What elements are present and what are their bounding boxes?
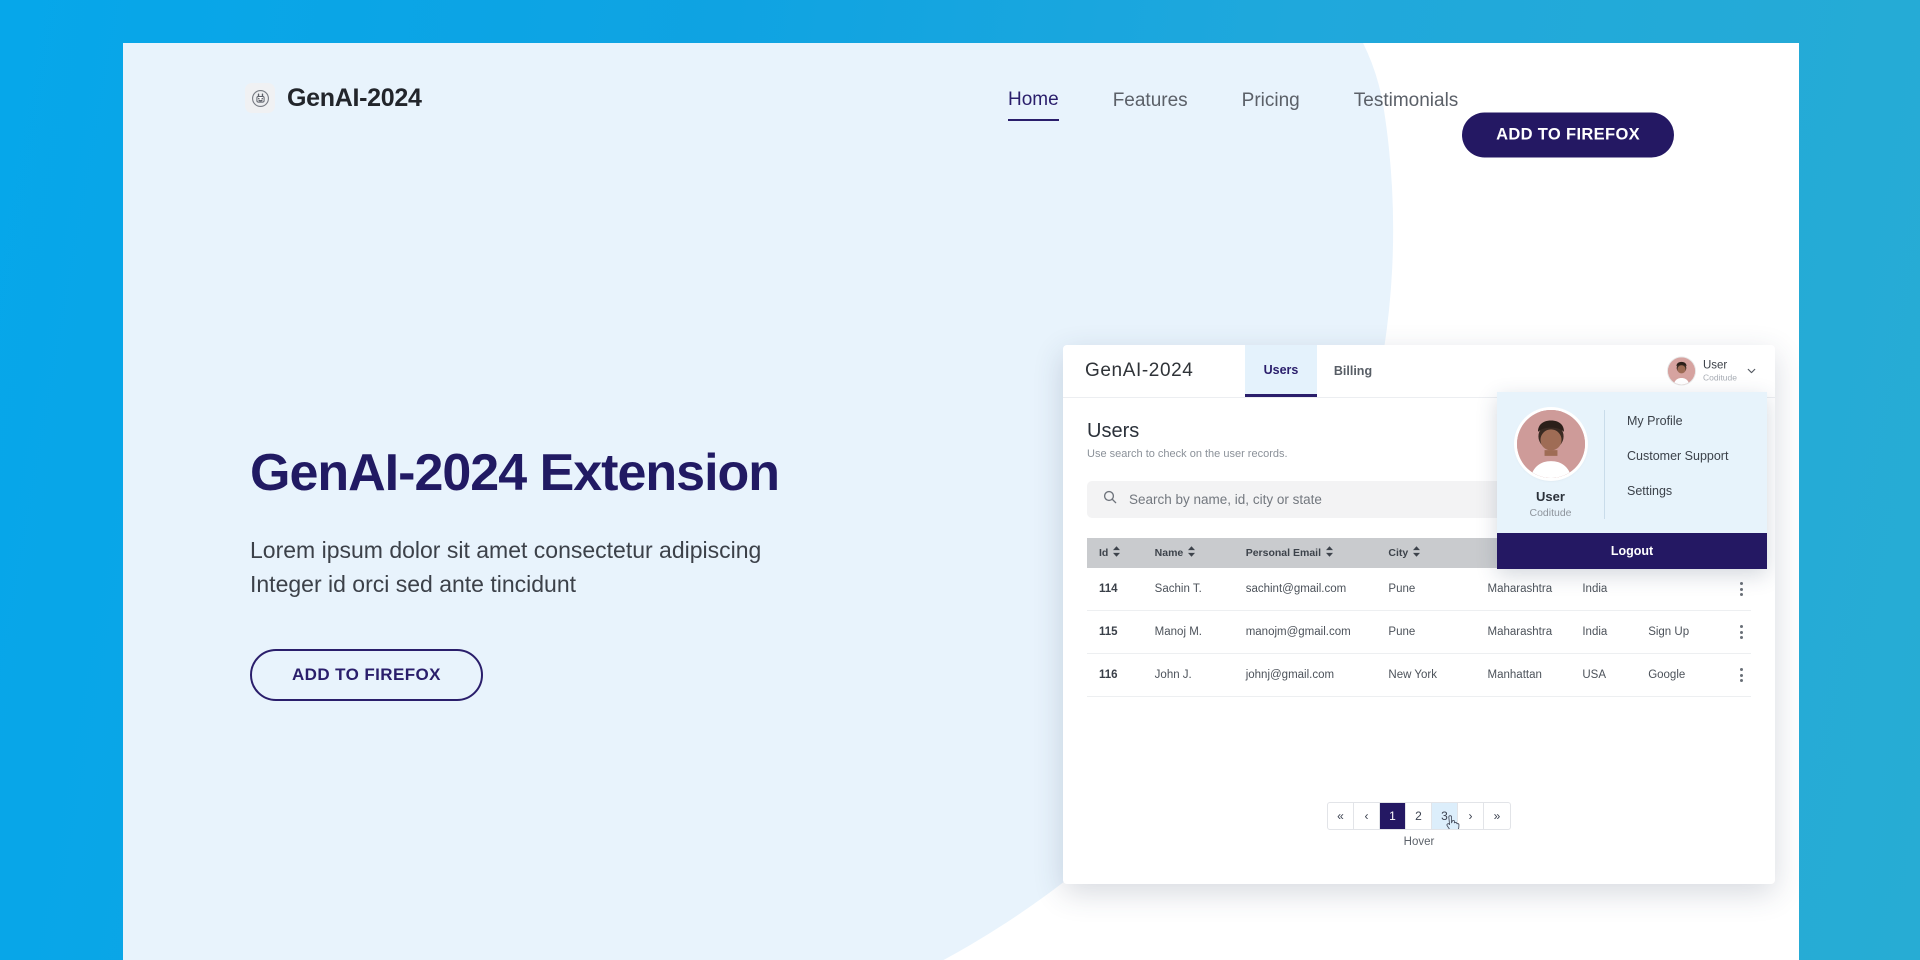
column-label-city: City bbox=[1388, 547, 1409, 559]
cell-city: New York bbox=[1376, 653, 1476, 697]
hero-title: GenAI-2024 Extension bbox=[250, 444, 780, 502]
menu-item-settings[interactable]: Settings bbox=[1627, 484, 1767, 498]
cell-state: Maharashtra bbox=[1475, 568, 1571, 611]
dashboard-brand: GenAI-2024 bbox=[1085, 360, 1194, 381]
cell-email: sachint@gmail.com bbox=[1233, 568, 1377, 611]
pagination-page-1[interactable]: 1 bbox=[1380, 803, 1406, 829]
cell-id: 114 bbox=[1087, 568, 1143, 611]
top-navigation-bar: GenAI-2024 Home Features Pricing Testimo… bbox=[123, 43, 1799, 173]
dashboard-user-name: User bbox=[1702, 359, 1728, 372]
robot-icon bbox=[245, 83, 275, 113]
hero-add-to-firefox-button[interactable]: ADD TO FIREFOX bbox=[250, 649, 483, 702]
pagination-prev-button[interactable]: ‹ bbox=[1354, 803, 1380, 829]
column-label-name: Name bbox=[1154, 547, 1184, 559]
pagination-hover-caption: Hover bbox=[1403, 836, 1435, 848]
avatar bbox=[1667, 357, 1695, 385]
menu-item-customer-support[interactable]: Customer Support bbox=[1627, 449, 1767, 463]
avatar bbox=[1516, 410, 1585, 478]
column-label-email: Personal Email bbox=[1245, 547, 1321, 559]
hero-subtitle-line-1: Lorem ipsum dolor sit amet consectetur a… bbox=[250, 537, 762, 563]
cell-state: Manhattan bbox=[1475, 653, 1571, 697]
kebab-menu-icon[interactable] bbox=[1732, 582, 1751, 596]
table-row[interactable]: 116 John J. johnj@gmail.com New York Man… bbox=[1087, 653, 1751, 697]
column-label-id: Id bbox=[1099, 547, 1109, 559]
cell-actions[interactable] bbox=[1719, 653, 1751, 697]
table-row[interactable]: 114 Sachin T. sachint@gmail.com Pune Mah… bbox=[1087, 568, 1751, 611]
cell-country: India bbox=[1570, 568, 1637, 611]
cell-name: John J. bbox=[1142, 653, 1234, 697]
nav-link-features[interactable]: Features bbox=[1113, 90, 1188, 120]
cell-id: 115 bbox=[1087, 610, 1143, 654]
pagination: « ‹ 1 2 3 › » bbox=[1327, 802, 1511, 830]
kebab-menu-icon[interactable] bbox=[1732, 625, 1751, 639]
pagination-last-button[interactable]: » bbox=[1484, 803, 1510, 829]
cell-source: Google bbox=[1636, 653, 1720, 697]
profile-dropdown-org: Coditude bbox=[1529, 507, 1572, 519]
nav-add-to-firefox-button[interactable]: ADD TO FIREFOX bbox=[1462, 112, 1674, 158]
kebab-menu-icon[interactable] bbox=[1732, 668, 1751, 682]
search-placeholder: Search by name, id, city or state bbox=[1129, 492, 1322, 507]
search-icon bbox=[1102, 489, 1118, 510]
column-header-name[interactable]: Name bbox=[1142, 538, 1234, 568]
cell-city: Pune bbox=[1376, 610, 1476, 654]
sort-arrows-icon bbox=[1113, 546, 1121, 560]
nav-links: Home Features Pricing Testimonials bbox=[1008, 89, 1458, 121]
dashboard-user-menu-trigger[interactable]: User Coditude bbox=[1667, 357, 1758, 385]
column-header-city[interactable]: City bbox=[1376, 538, 1476, 568]
hero-subtitle-line-2: Integer id orci sed ante tincidunt bbox=[250, 571, 577, 598]
column-header-id[interactable]: Id bbox=[1087, 538, 1143, 568]
column-header-email[interactable]: Personal Email bbox=[1233, 538, 1377, 568]
cell-country: USA bbox=[1570, 653, 1637, 697]
nav-link-testimonials[interactable]: Testimonials bbox=[1354, 90, 1459, 120]
cell-name: Sachin T. bbox=[1142, 568, 1234, 611]
users-table-body: 114 Sachin T. sachint@gmail.com Pune Mah… bbox=[1087, 568, 1751, 697]
dashboard-header: GenAI-2024 Users Billing User Coditude bbox=[1063, 345, 1775, 398]
pagination-first-button[interactable]: « bbox=[1328, 803, 1354, 829]
profile-dropdown-items: My Profile Customer Support Settings bbox=[1605, 410, 1767, 519]
cell-source: Sign Up bbox=[1636, 610, 1720, 654]
cell-name: Manoj M. bbox=[1142, 610, 1234, 654]
nav-link-home[interactable]: Home bbox=[1008, 89, 1059, 121]
cell-id: 116 bbox=[1087, 653, 1143, 697]
site-brand-name: GenAI-2024 bbox=[287, 83, 422, 112]
cell-actions[interactable] bbox=[1719, 568, 1751, 611]
hero-subtitle: Lorem ipsum dolor sit amet consectetur a… bbox=[250, 533, 950, 601]
sort-arrows-icon bbox=[1188, 546, 1196, 560]
dashboard-preview-card: GenAI-2024 Users Billing User Coditude U… bbox=[1063, 345, 1775, 884]
site-brand[interactable]: GenAI-2024 bbox=[245, 83, 422, 113]
cell-actions[interactable] bbox=[1719, 610, 1751, 654]
table-row[interactable]: 115 Manoj M. manojm@gmail.com Pune Mahar… bbox=[1087, 610, 1751, 654]
sort-arrows-icon bbox=[1413, 546, 1421, 560]
dashboard-tab-billing[interactable]: Billing bbox=[1317, 345, 1389, 397]
profile-dropdown-menu: User Coditude My Profile Customer Suppor… bbox=[1497, 392, 1767, 569]
menu-item-my-profile[interactable]: My Profile bbox=[1627, 414, 1767, 428]
cell-country: India bbox=[1570, 610, 1637, 654]
dashboard-user-org: Coditude bbox=[1702, 372, 1737, 383]
cell-state: Maharashtra bbox=[1475, 610, 1571, 654]
page-panel: GenAI-2024 Home Features Pricing Testimo… bbox=[123, 43, 1799, 960]
dashboard-tab-users[interactable]: Users bbox=[1245, 345, 1317, 397]
pagination-next-button[interactable]: › bbox=[1458, 803, 1484, 829]
nav-link-pricing[interactable]: Pricing bbox=[1242, 90, 1300, 120]
sort-arrows-icon bbox=[1326, 546, 1333, 560]
logout-button[interactable]: Logout bbox=[1497, 533, 1767, 569]
pagination-area: « ‹ 1 2 3 › » Hover bbox=[1063, 802, 1775, 848]
cell-source bbox=[1636, 568, 1720, 611]
hero-section: GenAI-2024 Extension Lorem ipsum dolor s… bbox=[250, 443, 950, 702]
cell-email: johnj@gmail.com bbox=[1233, 653, 1377, 697]
profile-dropdown-top: User Coditude My Profile Customer Suppor… bbox=[1497, 392, 1767, 533]
dashboard-user-text: User Coditude bbox=[1703, 359, 1737, 383]
profile-dropdown-identity: User Coditude bbox=[1497, 410, 1605, 519]
profile-dropdown-name: User bbox=[1536, 489, 1565, 504]
cell-city: Pune bbox=[1376, 568, 1476, 611]
pagination-page-3-label: 3 bbox=[1441, 809, 1448, 823]
chevron-down-icon bbox=[1745, 365, 1758, 378]
pagination-page-3[interactable]: 3 bbox=[1432, 803, 1460, 829]
pagination-page-2[interactable]: 2 bbox=[1406, 803, 1432, 829]
cell-email: manojm@gmail.com bbox=[1233, 610, 1377, 654]
